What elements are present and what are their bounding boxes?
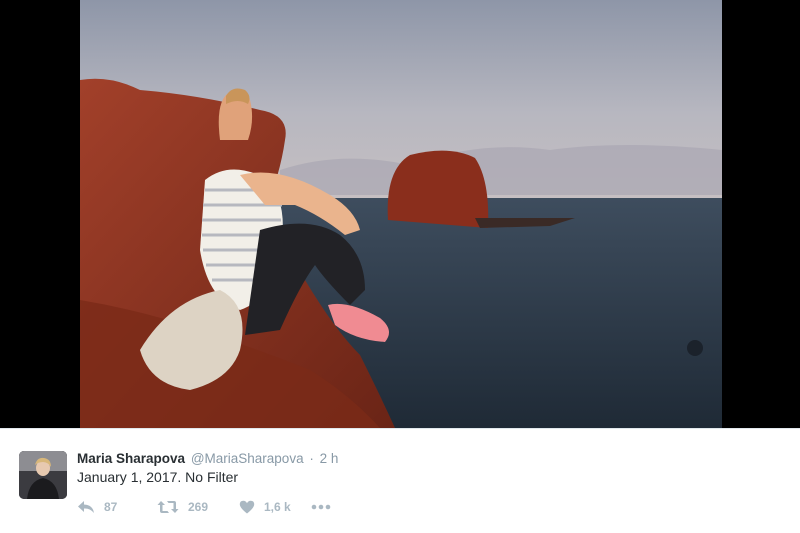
tweet-header: Maria Sharapova @MariaSharapova · 2 h [77,450,338,468]
like-count: 1,6 k [264,500,291,514]
retweet-count: 269 [188,500,209,514]
reply-icon [77,500,95,514]
avatar[interactable] [19,451,67,499]
tweet-footer: Maria Sharapova @MariaSharapova · 2 h Ja… [0,428,800,533]
heart-icon [239,500,255,514]
reply-button[interactable]: 87 [77,500,157,514]
display-name[interactable]: Maria Sharapova [77,451,185,466]
separator-dot: · [309,451,314,466]
like-button[interactable]: 1,6 k [239,500,311,514]
timestamp[interactable]: 2 h [320,451,339,466]
reply-count: 87 [104,500,118,514]
retweet-icon [157,500,179,514]
tweet-text: January 1, 2017. No Filter [77,469,239,485]
user-handle[interactable]: @MariaSharapova [191,451,304,466]
retweet-button[interactable]: 269 [157,500,239,514]
tweet-photo[interactable] [80,0,722,428]
tweet-media-area [0,0,800,428]
more-button[interactable] [311,504,335,510]
more-icon [311,504,331,510]
tweet-actions: 87 269 1,6 k [77,497,335,517]
